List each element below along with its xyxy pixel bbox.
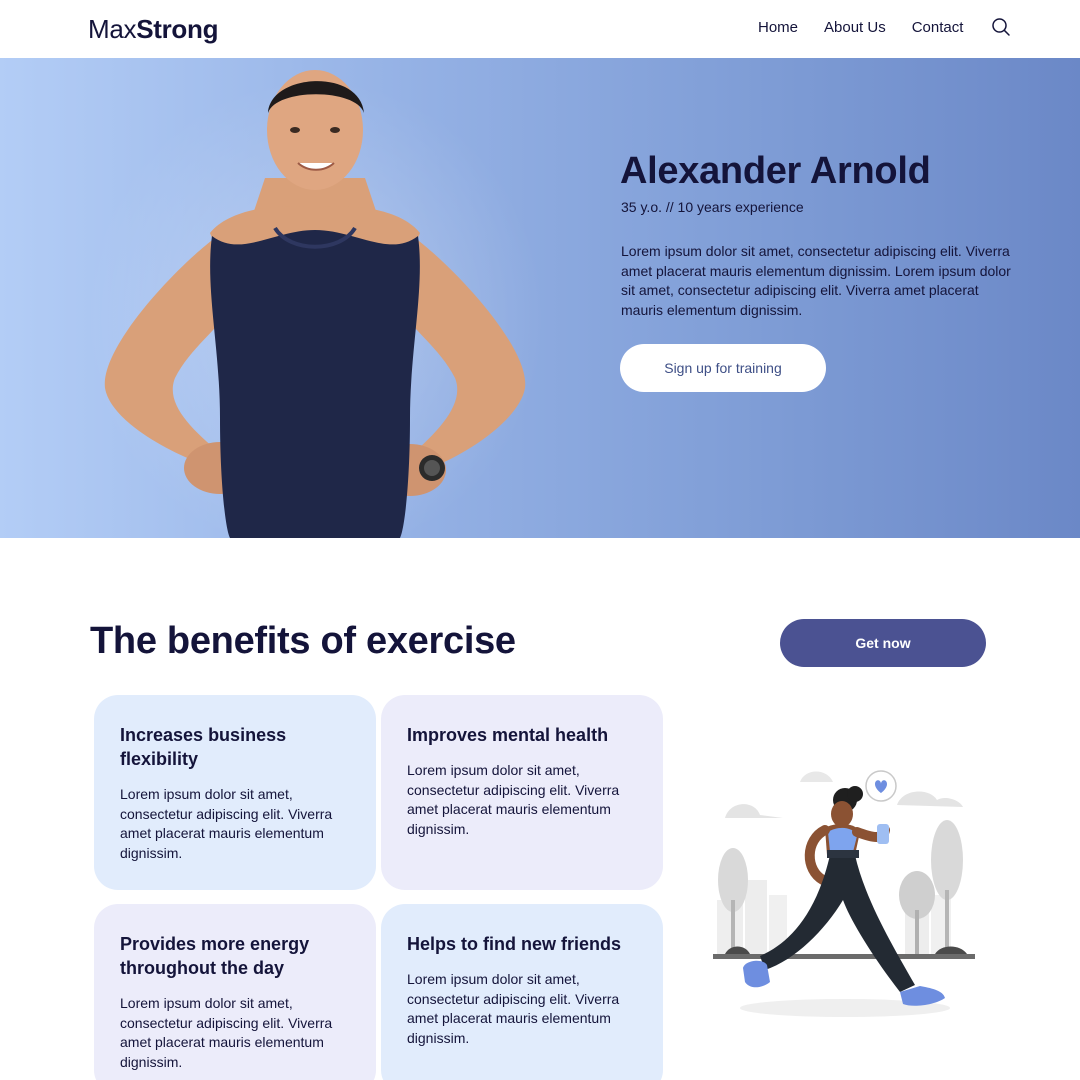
benefit-card-text: Lorem ipsum dolor sit amet, consectetur …	[407, 762, 620, 837]
logo-bold-text: Strong	[136, 14, 219, 44]
runner-illustration	[713, 770, 975, 1017]
logo-light-text: Max	[88, 14, 137, 44]
sign-up-training-button[interactable]: Sign up for training	[620, 344, 826, 392]
logo[interactable]: MaxStrong	[88, 14, 218, 45]
benefit-card: Helps to find new friends Lorem ipsum do…	[381, 904, 663, 1080]
benefits-title-light: of exercise	[320, 620, 516, 662]
benefit-card: Increases business flexibility Lorem ips…	[94, 695, 376, 890]
benefits-title: The benefits of exercise	[90, 620, 516, 663]
search-icon[interactable]	[990, 16, 1012, 38]
benefit-card-text: Lorem ipsum dolor sit amet, consectetur …	[120, 995, 333, 1070]
nav-about-link[interactable]: About Us	[824, 19, 886, 36]
trainer-description: Lorem ipsum dolor sit amet, consectetur …	[621, 243, 1011, 318]
benefit-card-title: Helps to find new friends	[407, 934, 622, 954]
main-nav: Home About Us Contact	[758, 19, 963, 36]
benefit-card-text: Lorem ipsum dolor sit amet, consectetur …	[407, 971, 620, 1046]
trainer-subtitle: 35 y.o. // 10 years experience	[621, 199, 804, 215]
nav-contact-link[interactable]: Contact	[912, 19, 964, 36]
site-header: MaxStrong Home About Us Contact	[0, 0, 1080, 58]
benefit-card-title: Provides more energy throughout the day	[120, 934, 310, 978]
benefit-card-title: Improves mental health	[407, 725, 609, 745]
benefit-card-title: Increases business flexibility	[120, 725, 287, 769]
benefit-card: Improves mental health Lorem ipsum dolor…	[381, 695, 663, 890]
trainer-photo	[85, 70, 545, 538]
hero-section: Alexander Arnold 35 y.o. // 10 years exp…	[0, 58, 1080, 538]
benefits-title-bold: The benefits	[90, 620, 311, 662]
trainer-name: Alexander Arnold	[620, 150, 931, 192]
get-now-button[interactable]: Get now	[780, 619, 986, 667]
benefit-card-text: Lorem ipsum dolor sit amet, consectetur …	[120, 786, 333, 861]
nav-home-link[interactable]: Home	[758, 19, 798, 36]
benefit-card: Provides more energy throughout the day …	[94, 904, 376, 1080]
